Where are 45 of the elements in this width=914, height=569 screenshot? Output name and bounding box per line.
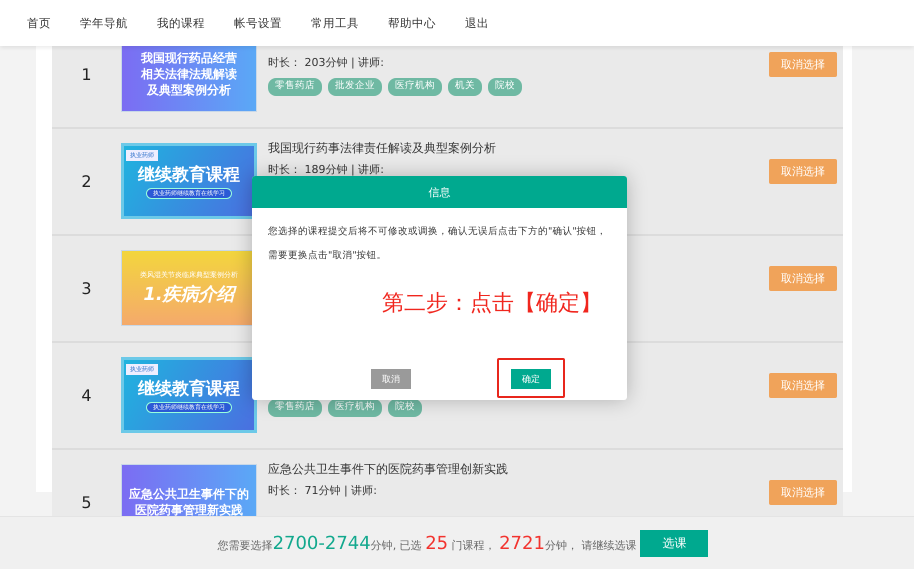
course-title: 我国现行药事法律责任解读及典型案例分析: [268, 141, 496, 155]
category-tag: 院校: [488, 78, 522, 96]
selection-summary: 您需要选择2700-2744分钟, 已选 25 门课程， 2721分钟， 请继续选课: [218, 532, 636, 554]
nav-link[interactable]: 首页: [27, 16, 51, 30]
thumbnail-title: 我国现行药品经营: [141, 50, 237, 66]
choose-course-button[interactable]: 选课: [640, 530, 708, 556]
thumbnail-title: 继续教育课程: [138, 164, 240, 186]
course-title: 应急公共卫生事件下的医院药事管理创新实践: [268, 462, 508, 476]
category-tag: 医疗机构: [328, 399, 382, 417]
cancel-selection-button[interactable]: 取消选择: [769, 159, 837, 184]
thumbnail-title: 1.疾病介绍: [143, 283, 235, 306]
course-number: 4: [80, 385, 93, 407]
cancel-button[interactable]: 取消: [371, 369, 411, 389]
nav-link[interactable]: 帮助中心: [388, 16, 436, 30]
nav-link[interactable]: 退出: [465, 16, 489, 30]
course-number: 2: [80, 171, 93, 193]
nav-link[interactable]: 学年导航: [80, 16, 128, 30]
course-number: 3: [80, 278, 93, 300]
course-number: 5: [80, 492, 93, 514]
cancel-selection-button[interactable]: 取消选择: [769, 266, 837, 291]
category-tag: 医疗机构: [388, 78, 442, 96]
thumbnail-title: 相关法律法规解读: [141, 66, 237, 82]
nav-link[interactable]: 帐号设置: [234, 16, 282, 30]
category-tag: 机关: [448, 78, 482, 96]
thumbnail-title: 及典型案例分析: [147, 82, 231, 98]
confirm-button[interactable]: 确定: [511, 369, 551, 389]
category-tag: 零售药店: [268, 399, 322, 417]
thumbnail-title: 医院药事管理新实践: [135, 502, 243, 516]
course-duration: 时长： 203分钟 | 讲师:: [268, 54, 384, 70]
course-number: 1: [80, 64, 93, 86]
category-tag: 批发企业: [328, 78, 382, 96]
cancel-selection-button[interactable]: 取消选择: [769, 480, 837, 505]
category-tag: 院校: [388, 399, 422, 417]
dialog-title: 信息: [428, 184, 450, 200]
dialog-message: 您选择的课程提交后将不可修改或调换，确认无误后点击下方的"确认"按钮，需要更换点击"取消"按钮。: [268, 225, 608, 263]
thumbnail-title: 继续教育课程: [138, 378, 240, 400]
cancel-selection-button[interactable]: 取消选择: [769, 373, 837, 398]
category-tag: 零售药店: [268, 78, 322, 96]
nav-link[interactable]: 常用工具: [311, 16, 359, 30]
course-duration: 时长： 189分钟 | 讲师:: [268, 162, 384, 176]
course-duration: 时长： 71分钟 | 讲师:: [268, 482, 377, 498]
nav-link[interactable]: 我的课程: [157, 16, 205, 30]
step-annotation: 第二步：点击【确定】: [382, 290, 603, 318]
cancel-selection-button[interactable]: 取消选择: [769, 52, 837, 77]
thumbnail-title: 应急公共卫生事件下的: [129, 486, 249, 502]
